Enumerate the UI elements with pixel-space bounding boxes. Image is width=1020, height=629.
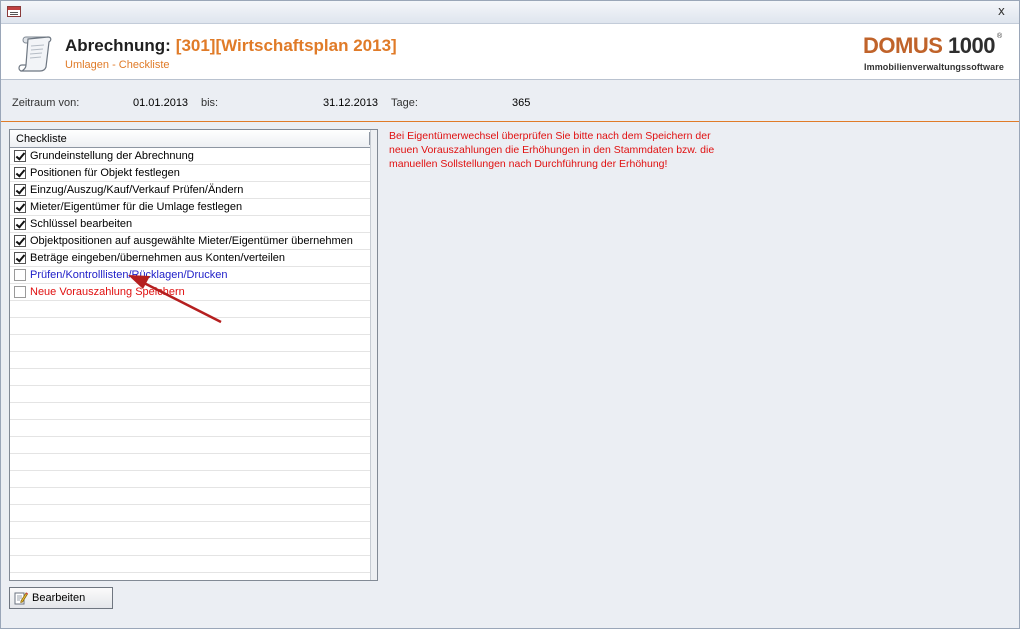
checklist-checkbox[interactable] — [14, 201, 26, 213]
checklist-panel: Checkliste Grundeinstellung der Abrechnu… — [9, 129, 378, 581]
checklist-checkbox[interactable] — [14, 269, 26, 281]
checklist-item-label: Prüfen/Kontrolllisten/Rücklagen/Drucken — [30, 269, 228, 281]
checklist-checkbox[interactable] — [14, 218, 26, 230]
period-to-label: bis: — [201, 97, 219, 109]
header-divider — [1, 121, 1019, 122]
checklist-item-label: Neue Vorauszahlung Speichern — [30, 286, 185, 298]
period-bar: Zeitraum von: 01.01.2013 bis: 31.12.2013… — [1, 80, 1019, 120]
domus-logo: DOMUS 1000 ® Immobilienverwaltungssoftwa… — [863, 33, 1007, 77]
checklist-checkbox[interactable] — [14, 184, 26, 196]
checklist-item[interactable]: Neue Vorauszahlung Speichern — [10, 284, 371, 301]
page-subtitle: Umlagen - Checkliste — [65, 59, 170, 71]
page-title: Abrechnung: [301][Wirtschaftsplan 2013] — [65, 36, 397, 56]
logo-text: DOMUS — [863, 33, 943, 58]
period-days-value: 365 — [512, 97, 531, 109]
checklist-item[interactable]: Objektpositionen auf ausgewählte Mieter/… — [10, 233, 371, 250]
checklist-item[interactable]: Schlüssel bearbeiten — [10, 216, 371, 233]
title-value: [301][Wirtschaftsplan 2013] — [175, 36, 397, 55]
vertical-scrollbar[interactable] — [370, 130, 377, 580]
checklist-item[interactable]: Einzug/Auszug/Kauf/Verkauf Prüfen/Ändern — [10, 182, 371, 199]
close-button[interactable]: x — [998, 4, 1005, 18]
checklist-checkbox[interactable] — [14, 252, 26, 264]
title-bar: x — [1, 1, 1019, 24]
checklist-checkbox[interactable] — [14, 150, 26, 162]
checklist-checkbox[interactable] — [14, 167, 26, 179]
logo-registered: ® — [997, 33, 1003, 40]
checklist-item-label: Einzug/Auszug/Kauf/Verkauf Prüfen/Ändern — [30, 184, 244, 196]
checklist-item-label: Objektpositionen auf ausgewählte Mieter/… — [30, 235, 353, 247]
scroll-document-icon — [18, 36, 52, 72]
checklist-item[interactable]: Grundeinstellung der Abrechnung — [10, 148, 371, 165]
form-window-icon[interactable] — [7, 6, 21, 17]
edit-button[interactable]: Bearbeiten — [9, 587, 113, 609]
checklist-checkbox[interactable] — [14, 286, 26, 298]
logo-number: 1000 — [948, 33, 995, 58]
edit-button-label: Bearbeiten — [32, 592, 86, 604]
checklist-item[interactable]: Beträge eingeben/übernehmen aus Konten/v… — [10, 250, 371, 267]
checklist-item-label: Mieter/Eigentümer für die Umlage festleg… — [30, 201, 243, 213]
checklist-column-label: Checkliste — [16, 133, 67, 145]
title-label: Abrechnung: — [65, 36, 171, 55]
checklist-checkbox[interactable] — [14, 235, 26, 247]
checklist-item[interactable]: Positionen für Objekt festlegen — [10, 165, 371, 182]
header-panel: Abrechnung: [301][Wirtschaftsplan 2013] U… — [1, 24, 1019, 80]
checklist-rows: Grundeinstellung der Abrechnung Positione… — [10, 148, 371, 580]
edit-pencil-icon — [14, 592, 28, 605]
checklist-item-label: Grundeinstellung der Abrechnung — [30, 150, 194, 162]
period-from-label: Zeitraum von: — [12, 97, 80, 109]
checklist-item-label: Positionen für Objekt festlegen — [30, 167, 180, 179]
checklist-item[interactable]: Mieter/Eigentümer für die Umlage festleg… — [10, 199, 371, 216]
checklist-column-header[interactable]: Checkliste — [10, 130, 370, 148]
checklist-item[interactable]: Prüfen/Kontrolllisten/Rücklagen/Drucken — [10, 267, 371, 284]
logo-tagline: Immobilienverwaltungssoftware — [864, 62, 1004, 72]
notice-text: Bei Eigentümerwechsel überprüfen Sie bit… — [389, 130, 715, 170]
checklist-item-label: Schlüssel bearbeiten — [30, 218, 133, 230]
checklist-item-label: Beträge eingeben/übernehmen aus Konten/v… — [30, 252, 286, 264]
period-from-value: 01.01.2013 — [133, 97, 189, 109]
period-to-value: 31.12.2013 — [323, 97, 379, 109]
period-days-label: Tage: — [391, 97, 418, 109]
